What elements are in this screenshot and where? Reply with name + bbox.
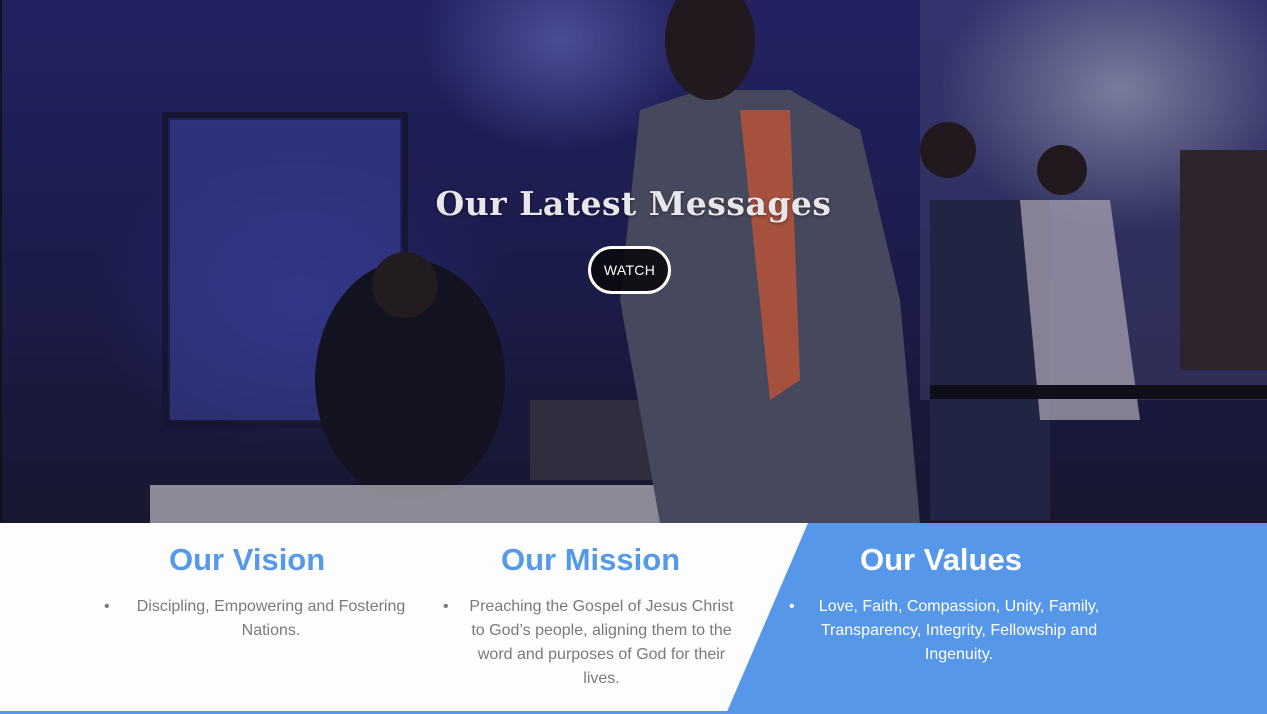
values-item-text: Love, Faith, Compassion, Unity, Family, …	[818, 598, 1100, 663]
mission-item-text: Preaching the Gospel of Jesus Christ to …	[469, 598, 734, 687]
values-title: Our Values	[860, 542, 1022, 577]
watch-button[interactable]: WATCH	[588, 246, 671, 294]
vision-list: • Discipling, Empowering and Fostering Na…	[104, 595, 420, 643]
values-list: • Love, Faith, Compassion, Unity, Family,…	[789, 595, 1109, 667]
values-item: • Love, Faith, Compassion, Unity, Family,…	[789, 595, 1109, 667]
mission-item: • Preaching the Gospel of Jesus Christ to…	[443, 595, 738, 691]
info-section: Our Vision • Discipling, Empowering and F…	[0, 523, 1267, 714]
hero-banner: Our Latest Messages WATCH	[0, 0, 1267, 523]
mission-title: Our Mission	[501, 542, 681, 577]
vision-item: • Discipling, Empowering and Fostering Na…	[104, 595, 420, 643]
bullet-icon: •	[104, 598, 110, 615]
vision-title: Our Vision	[169, 542, 326, 577]
hero-title: Our Latest Messages	[435, 184, 832, 223]
bullet-icon: •	[789, 598, 795, 615]
mission-list: • Preaching the Gospel of Jesus Christ to…	[443, 595, 738, 691]
bullet-icon: •	[443, 598, 449, 615]
vision-item-text: Discipling, Empowering and Fostering Nat…	[136, 598, 406, 639]
